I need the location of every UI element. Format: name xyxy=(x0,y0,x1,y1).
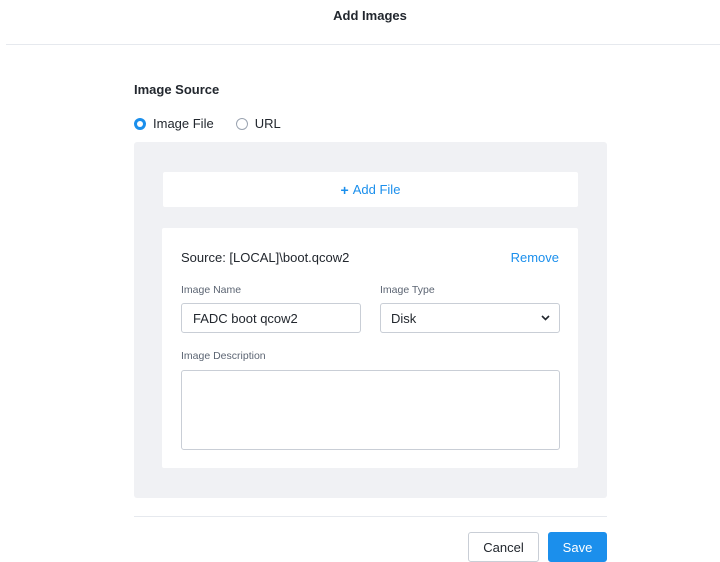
add-file-label: Add File xyxy=(352,182,401,197)
radio-url[interactable]: URL xyxy=(235,116,281,131)
file-card: Source: [LOCAL]\boot.qcow2 Remove Image … xyxy=(162,228,578,468)
radio-checked-icon[interactable] xyxy=(134,117,146,130)
plus-icon: + xyxy=(340,181,349,198)
file-source: Source: [LOCAL]\boot.qcow2 xyxy=(181,250,350,265)
image-type-select[interactable]: Disk xyxy=(380,303,560,333)
image-file-panel: + Add File Source: [LOCAL]\boot.qcow2 Re… xyxy=(134,142,607,498)
image-description-label: Image Description xyxy=(181,350,266,362)
cancel-button[interactable]: Cancel xyxy=(468,532,539,562)
add-file-button[interactable]: + Add File xyxy=(163,172,578,207)
image-source-radio-group: Image File URL xyxy=(134,116,303,131)
radio-unchecked-icon[interactable] xyxy=(235,117,248,130)
image-source-label: Image Source xyxy=(134,82,220,97)
chevron-down-icon xyxy=(541,315,550,321)
save-button[interactable]: Save xyxy=(548,532,607,562)
footer-divider xyxy=(134,516,607,517)
image-type-value: Disk xyxy=(391,310,417,326)
radio-image-file[interactable]: Image File xyxy=(134,116,214,131)
header-divider xyxy=(6,44,720,45)
image-name-input[interactable] xyxy=(181,303,361,333)
dialog-title: Add Images xyxy=(333,8,407,23)
radio-image-file-label: Image File xyxy=(153,116,214,131)
remove-file-link[interactable]: Remove xyxy=(511,250,559,265)
image-name-label: Image Name xyxy=(181,284,242,296)
radio-url-label: URL xyxy=(254,116,281,131)
image-description-textarea[interactable] xyxy=(181,370,560,450)
image-type-label: Image Type xyxy=(380,284,435,296)
